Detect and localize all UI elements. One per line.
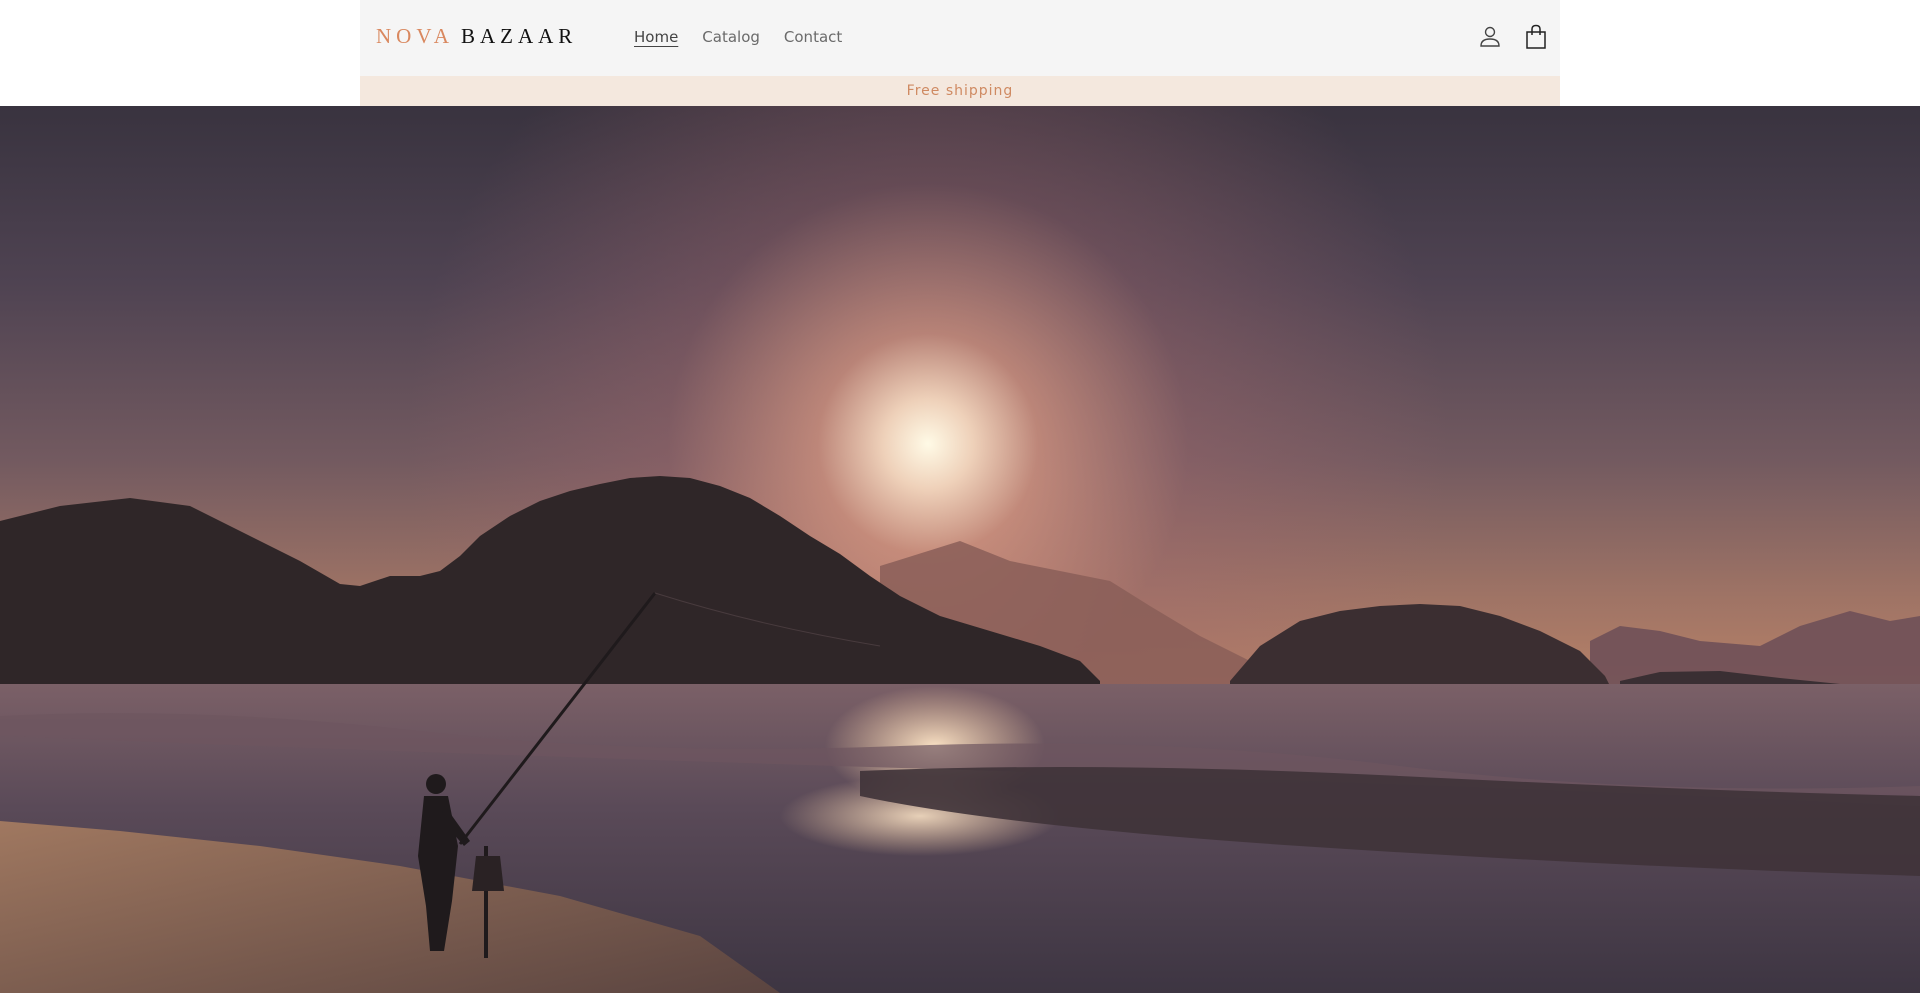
nav-link-home[interactable]: Home [634, 28, 678, 46]
page: NOVA BAZAAR Home Catalog Contact Free shi… [0, 0, 1920, 993]
shopping-bag-icon[interactable] [1524, 24, 1548, 50]
right-hills [1590, 611, 1920, 686]
island-mountain [1230, 604, 1610, 686]
store-logo[interactable]: NOVA BAZAAR [376, 24, 577, 49]
account-icon[interactable] [1478, 24, 1502, 50]
nav-link-contact[interactable]: Contact [784, 28, 842, 46]
main-nav: Home Catalog Contact [634, 28, 842, 46]
hero-scene-image [0, 476, 1920, 993]
announcement-bar: Free shipping [360, 76, 1560, 106]
nav-link-catalog[interactable]: Catalog [702, 28, 760, 46]
hero-banner[interactable] [0, 106, 1920, 993]
header-icons [1478, 24, 1548, 50]
site-header: NOVA BAZAAR Home Catalog Contact [360, 0, 1560, 76]
logo-part-2: BAZAAR [460, 24, 578, 48]
logo-part-1: NOVA [376, 24, 454, 48]
